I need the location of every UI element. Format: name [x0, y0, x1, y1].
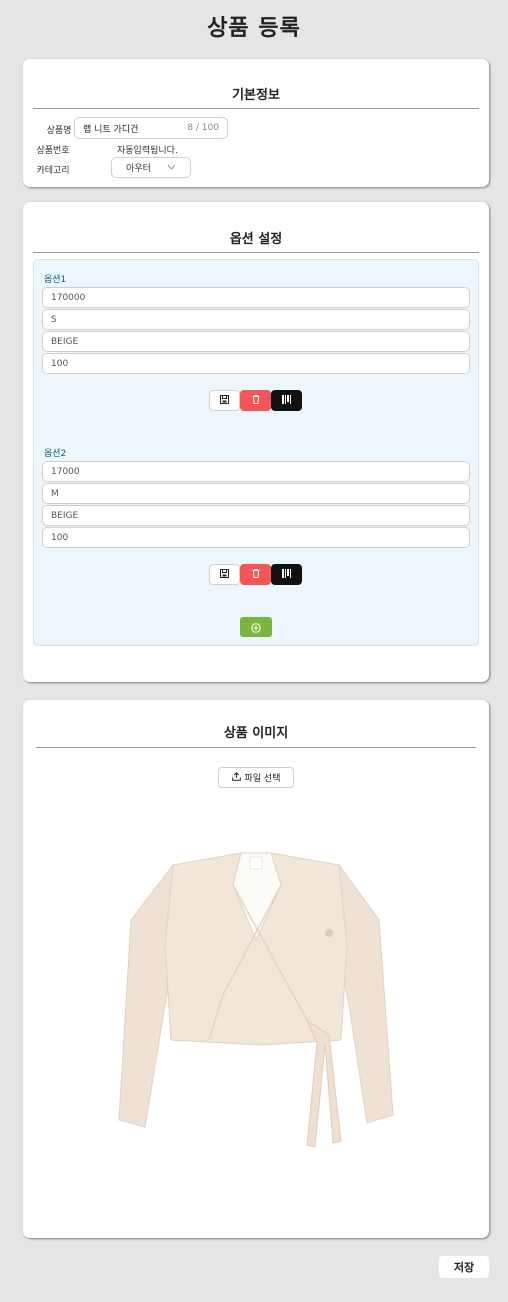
- option-price-input[interactable]: 170000: [42, 287, 470, 308]
- plus-circle-icon: [251, 618, 261, 637]
- save-icon: [220, 568, 229, 581]
- option-size-input[interactable]: M: [42, 483, 470, 504]
- trash-icon: [252, 394, 260, 407]
- product-image-title: 상품 이미지: [223, 726, 289, 741]
- option-size-input[interactable]: S: [42, 309, 470, 330]
- product-number-label: 상품번호: [36, 146, 70, 156]
- file-select-label: 파일 선택: [244, 774, 281, 784]
- barcode-icon: [281, 568, 292, 581]
- barcode-icon: [281, 394, 292, 407]
- barcode-option-button[interactable]: [271, 564, 302, 585]
- option-actions: [209, 564, 302, 585]
- option-settings-title: 옵션 설정: [229, 232, 283, 247]
- option-label: 옵션1: [44, 275, 67, 285]
- basic-info-divider: [33, 108, 479, 109]
- product-number-value: 자동입력됩니다.: [117, 146, 178, 156]
- option-stock-input[interactable]: 100: [42, 527, 470, 548]
- product-image: [118, 852, 394, 1148]
- basic-info-card: 기본정보 상품명 랩 니트 가디건 8 / 100 상품번호 자동입력됩니다. …: [23, 59, 489, 187]
- save-icon: [220, 394, 229, 407]
- save-button[interactable]: 저장: [439, 1256, 489, 1278]
- product-image-card: 상품 이미지 파일 선택: [23, 700, 489, 1238]
- option-color-input[interactable]: BEIGE: [42, 505, 470, 526]
- product-name-counter: 8 / 100: [187, 123, 219, 133]
- page-title: 상품 등록: [207, 16, 301, 41]
- product-name-input[interactable]: 랩 니트 가디건 8 / 100: [74, 117, 228, 139]
- file-select-button[interactable]: 파일 선택: [218, 767, 294, 788]
- option-actions: [209, 390, 302, 411]
- option-settings-divider: [33, 252, 479, 253]
- basic-info-title: 기본정보: [232, 88, 280, 103]
- add-option-button[interactable]: [240, 617, 272, 637]
- option-settings-card: 옵션 설정 옵션1 170000 S BEIGE 100 옵션2 17000 M…: [23, 202, 489, 682]
- trash-icon: [252, 568, 260, 581]
- upload-icon: [231, 771, 241, 784]
- option-list-panel: 옵션1 170000 S BEIGE 100 옵션2 17000 M BEIGE…: [33, 259, 479, 646]
- option-price-input[interactable]: 17000: [42, 461, 470, 482]
- save-option-button[interactable]: [209, 390, 240, 411]
- category-value: 아우터: [126, 164, 151, 174]
- product-name-value: 랩 니트 가디건: [83, 124, 139, 135]
- product-name-label: 상품명: [46, 126, 72, 136]
- option-label: 옵션2: [44, 449, 67, 459]
- option-stock-input[interactable]: 100: [42, 353, 470, 374]
- delete-option-button[interactable]: [240, 390, 271, 411]
- category-label: 카테고리: [36, 166, 70, 176]
- option-color-input[interactable]: BEIGE: [42, 331, 470, 352]
- save-option-button[interactable]: [209, 564, 240, 585]
- category-select[interactable]: 아우터: [111, 157, 191, 178]
- barcode-option-button[interactable]: [271, 390, 302, 411]
- product-image-divider: [36, 747, 476, 748]
- chevron-down-icon: [167, 163, 176, 173]
- delete-option-button[interactable]: [240, 564, 271, 585]
